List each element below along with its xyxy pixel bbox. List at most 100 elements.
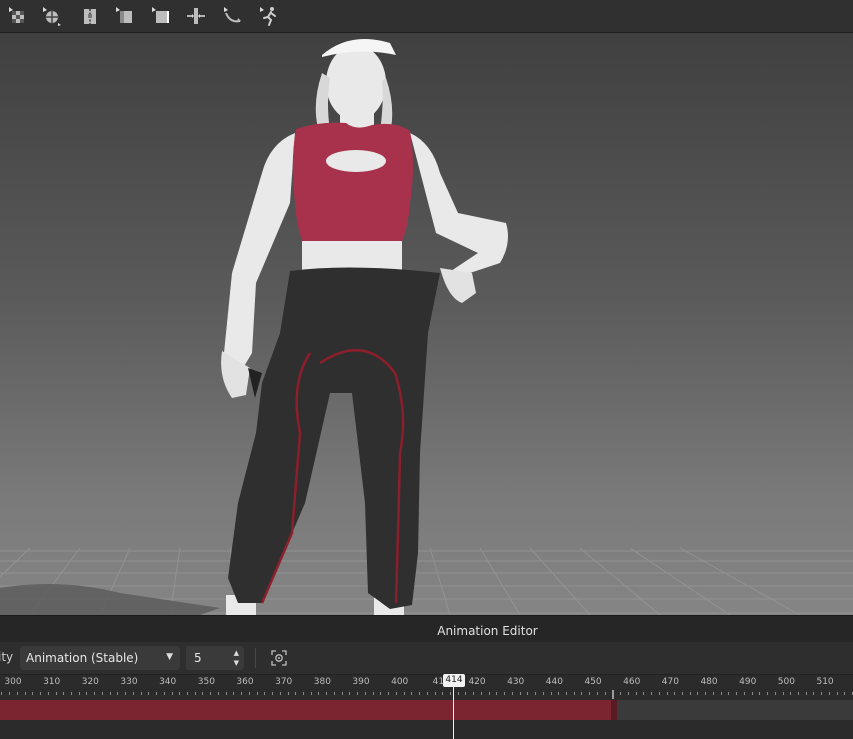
ruler-tick [341,692,343,695]
ruler-label: 450 [584,677,602,687]
pin-icon [187,8,205,24]
ruler-tick [163,692,165,695]
ruler-tick [156,692,158,695]
ruler-tick [844,692,846,695]
ruler-label: 500 [777,677,795,687]
ruler-tick [767,692,769,695]
ruler-tick [821,692,823,695]
ruler-tick [805,692,807,695]
ruler-tick [388,692,390,695]
ruler-tick [434,692,436,695]
divider [255,648,256,668]
ruler-label: 330 [120,677,138,687]
ruler-tick [620,692,622,695]
ruler-tick [542,692,544,695]
scene-render [0,39,853,615]
ruler-tick [651,692,653,695]
ruler-tick [101,692,103,695]
ruler-tick [674,692,676,695]
increment-arrow-icon[interactable]: ▲ [234,649,239,657]
ruler-tick [596,692,598,695]
timeline-ruler[interactable]: 300 310 320 330 340 350 360 370 380 390 400 41 420 43… [0,675,853,699]
ruler-label: 430 [507,677,525,687]
ruler-tick [488,692,490,695]
simulation-mode-select[interactable]: Animation (Stable) ▼ [20,646,180,670]
clip-end-handle[interactable] [611,700,617,720]
ruler-tick [511,692,513,695]
ruler-tick [16,692,18,695]
ruler-tick [473,692,475,695]
top-garment [292,122,413,241]
step-value: 5 [194,651,202,665]
ruler-tick [743,692,745,695]
ruler-tick [326,692,328,695]
ruler-tick [604,692,606,695]
avatar-motion-button[interactable] [255,2,283,30]
edit-pattern-icon [116,7,132,23]
ruler-label: 360 [236,677,254,687]
ruler-tick [550,692,552,695]
ruler-tick [318,692,320,695]
ruler-tick [465,692,467,695]
ruler-label: 440 [545,677,563,687]
ruler-tick [194,692,196,695]
ruler-tick [349,692,351,695]
ruler-tick [187,692,188,695]
rotate-avatar-icon [224,7,241,23]
ruler-tick [728,692,730,695]
simulate-button[interactable] [4,2,32,30]
pin-button[interactable] [182,2,210,30]
ruler-tick [504,692,506,695]
clip-end-marker [612,690,614,699]
ruler-tick [78,692,80,695]
3d-viewport[interactable] [0,33,853,615]
ruler-label: 300 [4,677,22,687]
ruler-tick [759,692,761,695]
ruler-tick [681,692,683,695]
ruler-tick [565,692,567,695]
transform-pattern-button[interactable] [38,2,66,30]
ruler-tick [372,692,374,695]
ruler-tick [790,692,792,695]
ruler-tick [171,692,173,695]
ruler-tick [658,692,660,695]
transform-3d-button[interactable] [147,2,175,30]
animation-clip[interactable] [0,700,614,720]
ruler-label: 420 [468,677,486,687]
ruler-tick [310,692,312,695]
ruler-label: 460 [623,677,641,687]
ruler-tick [117,692,119,695]
playhead-frame[interactable]: 414 [443,674,465,687]
timeline-track [0,699,853,739]
ruler-tick [179,692,181,695]
ruler-tick [573,692,575,695]
rotate-avatar-button[interactable] [219,2,247,30]
quality-label: ity [0,650,14,664]
ruler-tick [813,692,815,695]
ruler-label: 480 [700,677,718,687]
ruler-label: 470 [661,677,679,687]
ruler-tick [751,692,753,695]
ruler-tick [303,692,305,695]
ruler-tick [449,692,451,695]
decrement-arrow-icon[interactable]: ▼ [234,659,239,667]
focus-target-button[interactable] [268,647,290,669]
ruler-tick [705,692,707,695]
ruler-tick [419,692,421,695]
ruler-tick [635,692,637,695]
ruler-tick [241,692,243,695]
step-input[interactable]: 5 ▲ ▼ [186,646,244,670]
ruler-tick [272,692,274,695]
ruler-tick [535,692,537,695]
simulation-mode-value: Animation (Stable) [26,651,139,665]
ruler-tick [1,692,3,695]
edit-pattern-button[interactable] [111,2,139,30]
ruler-tick [295,692,297,695]
animation-editor-title-bar: Animation Editor [0,615,853,642]
ruler-tick [712,692,714,695]
ruler-tick [782,692,784,695]
transform-pattern-3d-icon [152,7,169,23]
zipper-button[interactable] [76,2,104,30]
ruler-tick [480,692,482,695]
ruler-tick [457,692,459,695]
